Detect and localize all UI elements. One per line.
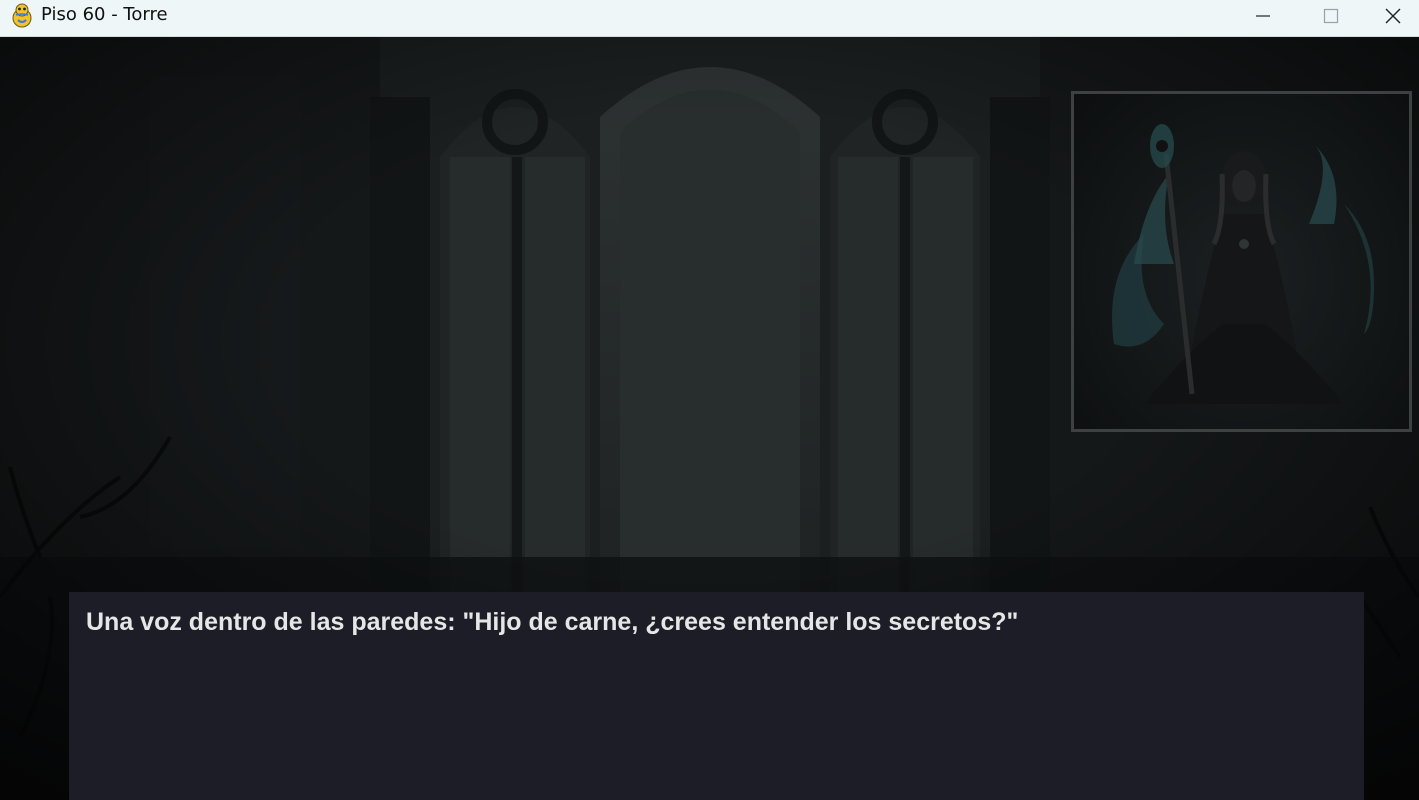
close-icon xyxy=(1384,7,1402,30)
dialogue-box[interactable]: Una voz dentro de las paredes: "Hijo de … xyxy=(69,592,1364,800)
maximize-icon xyxy=(1323,8,1339,29)
pygame-snake-icon xyxy=(10,3,34,29)
window-titlebar[interactable]: Piso 60 - Torre xyxy=(0,0,1419,37)
character-portrait xyxy=(1071,91,1412,432)
minimize-icon xyxy=(1255,8,1271,29)
minimize-button[interactable] xyxy=(1229,0,1297,36)
maximize-button[interactable] xyxy=(1297,0,1365,36)
dark-sorcerer-figure xyxy=(1112,124,1374,404)
dialogue-text: Una voz dentro de las paredes: "Hijo de … xyxy=(86,608,1019,636)
close-button[interactable] xyxy=(1366,0,1419,36)
window-title: Piso 60 - Torre xyxy=(41,4,168,25)
game-viewport[interactable]: Una voz dentro de las paredes: "Hijo de … xyxy=(0,37,1419,800)
